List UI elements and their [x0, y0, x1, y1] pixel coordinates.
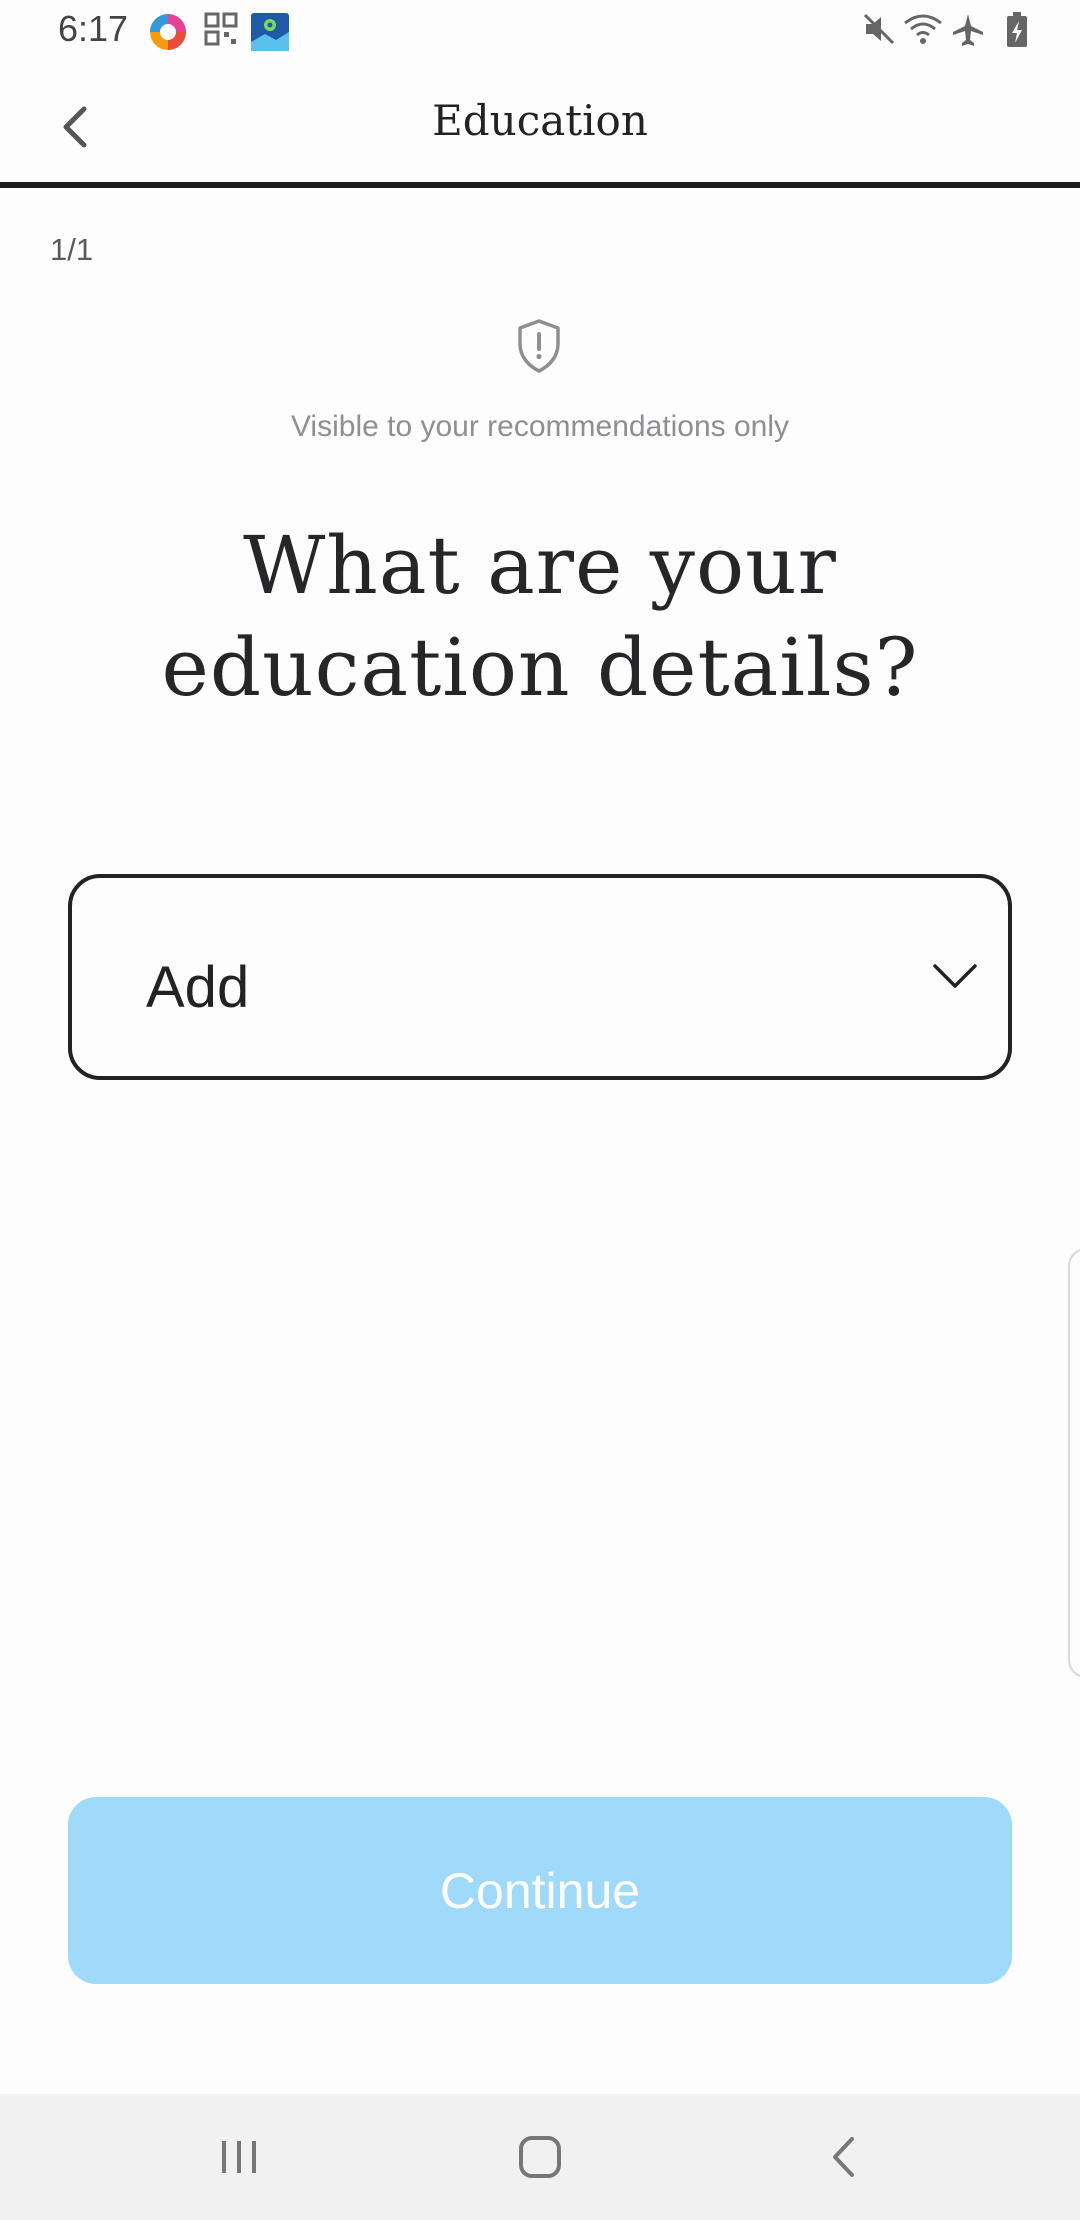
page-title: Education — [432, 96, 648, 145]
browser-app-icon — [150, 14, 186, 50]
question-line-1: What are your — [243, 519, 837, 612]
continue-label: Continue — [439, 1862, 641, 1919]
question-line-2: education details? — [161, 621, 919, 714]
wifi-icon — [904, 14, 942, 44]
add-label: Add — [146, 955, 250, 1020]
home-button[interactable] — [500, 2122, 580, 2192]
home-icon — [519, 2136, 561, 2178]
recent-apps-button[interactable] — [199, 2122, 279, 2192]
status-time: 6:17 — [58, 8, 129, 49]
system-back-button[interactable] — [803, 2122, 883, 2192]
step-counter: 1/1 — [50, 232, 94, 267]
recent-apps-icon — [222, 2141, 256, 2173]
shield-alert-icon — [518, 319, 560, 373]
qr-scanner-icon — [204, 12, 238, 46]
question-title: What are your education details? — [120, 515, 960, 719]
battery-charging-icon — [1007, 12, 1027, 47]
education-add-dropdown[interactable]: Add — [68, 874, 1012, 1080]
chevron-down-icon — [933, 964, 977, 988]
status-bar: 6:17 — [0, 0, 1080, 64]
navigation-bar — [0, 2094, 1080, 2220]
mute-icon — [863, 13, 895, 45]
visibility-note: Visible to your recommendations only — [290, 410, 790, 443]
back-icon — [833, 2137, 854, 2177]
maps-app-icon — [251, 13, 289, 51]
airplane-mode-icon — [953, 14, 983, 46]
edge-panel-handle[interactable] — [1068, 1248, 1080, 1678]
app-header: Education — [0, 64, 1080, 188]
continue-button[interactable]: Continue — [68, 1797, 1012, 1984]
